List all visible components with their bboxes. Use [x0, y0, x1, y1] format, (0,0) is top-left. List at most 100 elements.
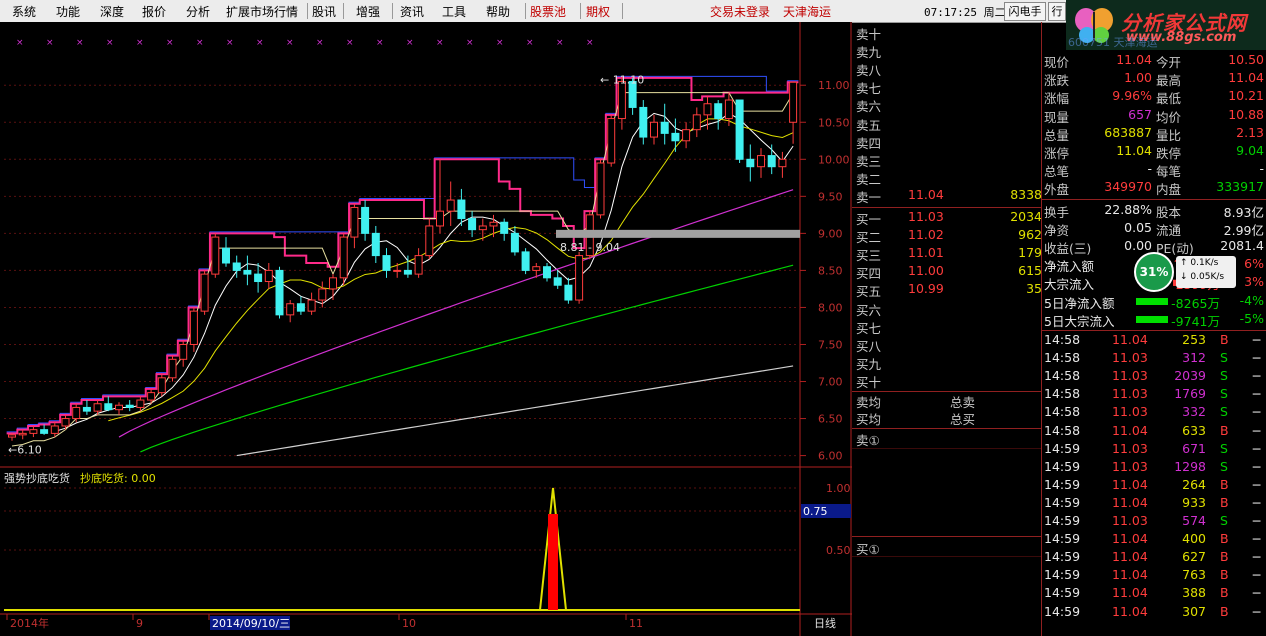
candle-body[interactable] [136, 399, 145, 408]
candle-body[interactable] [596, 162, 605, 216]
candle-body[interactable] [746, 158, 755, 168]
menu-item-5[interactable]: 扩展市场行情 [226, 3, 298, 20]
candle-body[interactable] [18, 432, 27, 436]
sell-level[interactable]: 卖八 [856, 60, 1042, 78]
candle-body[interactable] [393, 269, 402, 272]
candle-body[interactable] [446, 199, 455, 212]
menu-item-11[interactable]: 股票池 [530, 3, 566, 20]
sell-level[interactable]: 卖七 [856, 78, 1042, 96]
sell-level[interactable]: 卖三 [856, 151, 1042, 169]
candle-body[interactable] [703, 103, 712, 116]
buy-level[interactable]: 买四 11.00 615 [856, 263, 1042, 281]
candle-body[interactable] [222, 247, 230, 264]
menu-item-8[interactable]: 资讯 [400, 3, 424, 20]
candle-body[interactable] [307, 299, 316, 312]
buy-level[interactable]: 买九 [856, 354, 1042, 372]
candle-body[interactable] [232, 262, 241, 271]
candle-body[interactable] [682, 129, 691, 142]
candle-body[interactable] [735, 99, 744, 160]
candle-body[interactable] [168, 358, 177, 379]
candle-body[interactable] [521, 251, 530, 271]
trade-login-status[interactable]: 交易未登录 [710, 3, 770, 20]
candle-body[interactable] [40, 429, 49, 434]
candle-body[interactable] [125, 404, 134, 408]
buy-level[interactable]: 买五 10.99 35 [856, 281, 1042, 299]
candle-body[interactable] [189, 310, 198, 345]
sell-level[interactable]: 卖一 11.04 8338 [856, 187, 1042, 205]
candle-body[interactable] [296, 303, 305, 312]
candle-body[interactable] [318, 288, 327, 301]
buy-level[interactable]: 买二 11.02 962 [856, 227, 1042, 245]
candle-body[interactable] [371, 232, 380, 257]
candle-body[interactable] [275, 269, 284, 316]
menu-item-7[interactable]: 增强 [356, 3, 380, 20]
candle-body[interactable] [8, 434, 16, 438]
menu-item-3[interactable]: 报价 [142, 3, 166, 20]
candlestick-chart[interactable]: 11.00 10.50 10.00 9.50 9.00 8.50 8.00 7.50 7.00 6… [0, 22, 852, 636]
candle-body[interactable] [489, 221, 498, 227]
candle-body[interactable] [157, 377, 166, 394]
buy-level[interactable]: 买八 [856, 336, 1042, 354]
candle-body[interactable] [425, 225, 434, 257]
candle-body[interactable] [403, 269, 412, 275]
candle-body[interactable] [179, 343, 188, 360]
candle-body[interactable] [115, 404, 123, 411]
candle-body[interactable] [553, 277, 562, 286]
buy-level[interactable]: 买七 [856, 318, 1042, 336]
candle-body[interactable] [617, 81, 626, 120]
candle-body[interactable] [468, 218, 477, 231]
menu-item-6[interactable]: 股讯 [312, 3, 336, 20]
candle-body[interactable] [339, 236, 348, 279]
menu-item-4[interactable]: 分析 [186, 3, 210, 20]
sell-level[interactable]: 卖五 [856, 115, 1042, 133]
candle-body[interactable] [575, 255, 584, 301]
candle-body[interactable] [650, 121, 658, 138]
sell-level[interactable]: 卖四 [856, 133, 1042, 151]
candle-body[interactable] [93, 403, 102, 412]
buy-level[interactable]: 买十 [856, 372, 1042, 390]
menu-item-12[interactable]: 期权 [586, 3, 610, 20]
candle-body[interactable] [436, 210, 444, 227]
candle-body[interactable] [778, 158, 787, 168]
candle-body[interactable] [660, 121, 669, 134]
candle-body[interactable] [361, 206, 370, 234]
candle-body[interactable] [243, 269, 252, 275]
candle-body[interactable] [714, 103, 723, 120]
candle-body[interactable] [72, 406, 81, 420]
candle-body[interactable] [286, 303, 295, 316]
sell-level[interactable]: 卖十 [856, 24, 1042, 42]
candle-body[interactable] [457, 199, 466, 220]
sell-level[interactable]: 卖六 [856, 96, 1042, 114]
candle-body[interactable] [607, 118, 616, 164]
candle-body[interactable] [510, 232, 519, 253]
candle-body[interactable] [500, 221, 509, 234]
period-label[interactable]: 日线 [814, 616, 836, 630]
candle-body[interactable] [254, 273, 263, 283]
candle-body[interactable] [200, 273, 209, 312]
candle-body[interactable] [789, 81, 798, 123]
candle-body[interactable] [211, 236, 220, 275]
candle-body[interactable] [478, 225, 487, 231]
candle-body[interactable] [382, 255, 391, 271]
candle-body[interactable] [692, 114, 701, 131]
candle-body[interactable] [414, 255, 423, 275]
candle-body[interactable] [61, 418, 70, 427]
buy-level[interactable]: 买六 [856, 300, 1042, 318]
candle-body[interactable] [147, 392, 156, 401]
menu-item-10[interactable]: 帮助 [486, 3, 510, 20]
menu-item-0[interactable]: 系统 [12, 3, 36, 20]
candle-body[interactable] [724, 99, 733, 120]
candle-body[interactable] [757, 155, 765, 168]
candle-body[interactable] [639, 106, 648, 138]
candle-body[interactable] [329, 277, 337, 290]
sell-level[interactable]: 卖九 [856, 42, 1042, 60]
candle-body[interactable] [671, 132, 680, 142]
candle-body[interactable] [350, 206, 359, 238]
candle-body[interactable] [104, 403, 113, 411]
buy-level[interactable]: 买一 11.03 2034 [856, 209, 1042, 227]
candle-body[interactable] [264, 269, 273, 283]
candle-body[interactable] [29, 429, 38, 434]
candle-body[interactable] [564, 284, 573, 301]
speed-widget[interactable]: 31% ↑ 0.1K/s ↓ 0.05K/s [1134, 252, 1238, 292]
quote-tab-button[interactable]: 行 [1048, 2, 1066, 21]
